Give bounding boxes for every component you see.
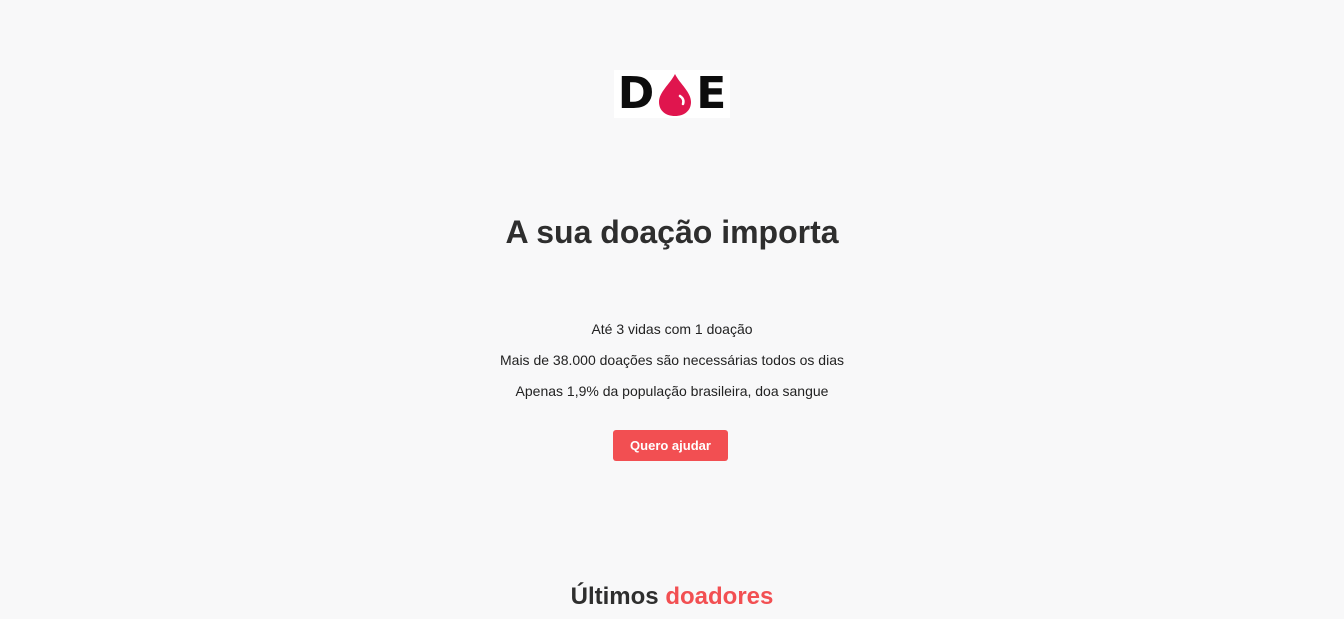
logo-letter-d: D xyxy=(617,68,655,119)
fact-item: Até 3 vidas com 1 doação xyxy=(591,321,753,337)
fact-item: Apenas 1,9% da população brasileira, doa… xyxy=(515,383,829,399)
latest-donors-title: Últimos doadores xyxy=(0,581,1344,613)
logo-letter-e: E xyxy=(696,68,727,119)
fact-item: Mais de 38.000 doações são necessárias t… xyxy=(500,352,844,368)
hero-title: A sua doação importa xyxy=(505,214,839,250)
want-to-help-button[interactable]: Quero ajudar xyxy=(613,430,728,461)
facts-list: Até 3 vidas com 1 doação Mais de 38.000 … xyxy=(0,319,1344,412)
page: D E A sua doação importa Até 3 vidas com… xyxy=(0,0,1344,619)
latest-donors-title-part2: doadores xyxy=(665,583,774,610)
blood-drop-icon xyxy=(659,74,692,116)
latest-donors-title-part1: Últimos xyxy=(570,583,659,610)
doe-logo: D E xyxy=(614,70,730,118)
